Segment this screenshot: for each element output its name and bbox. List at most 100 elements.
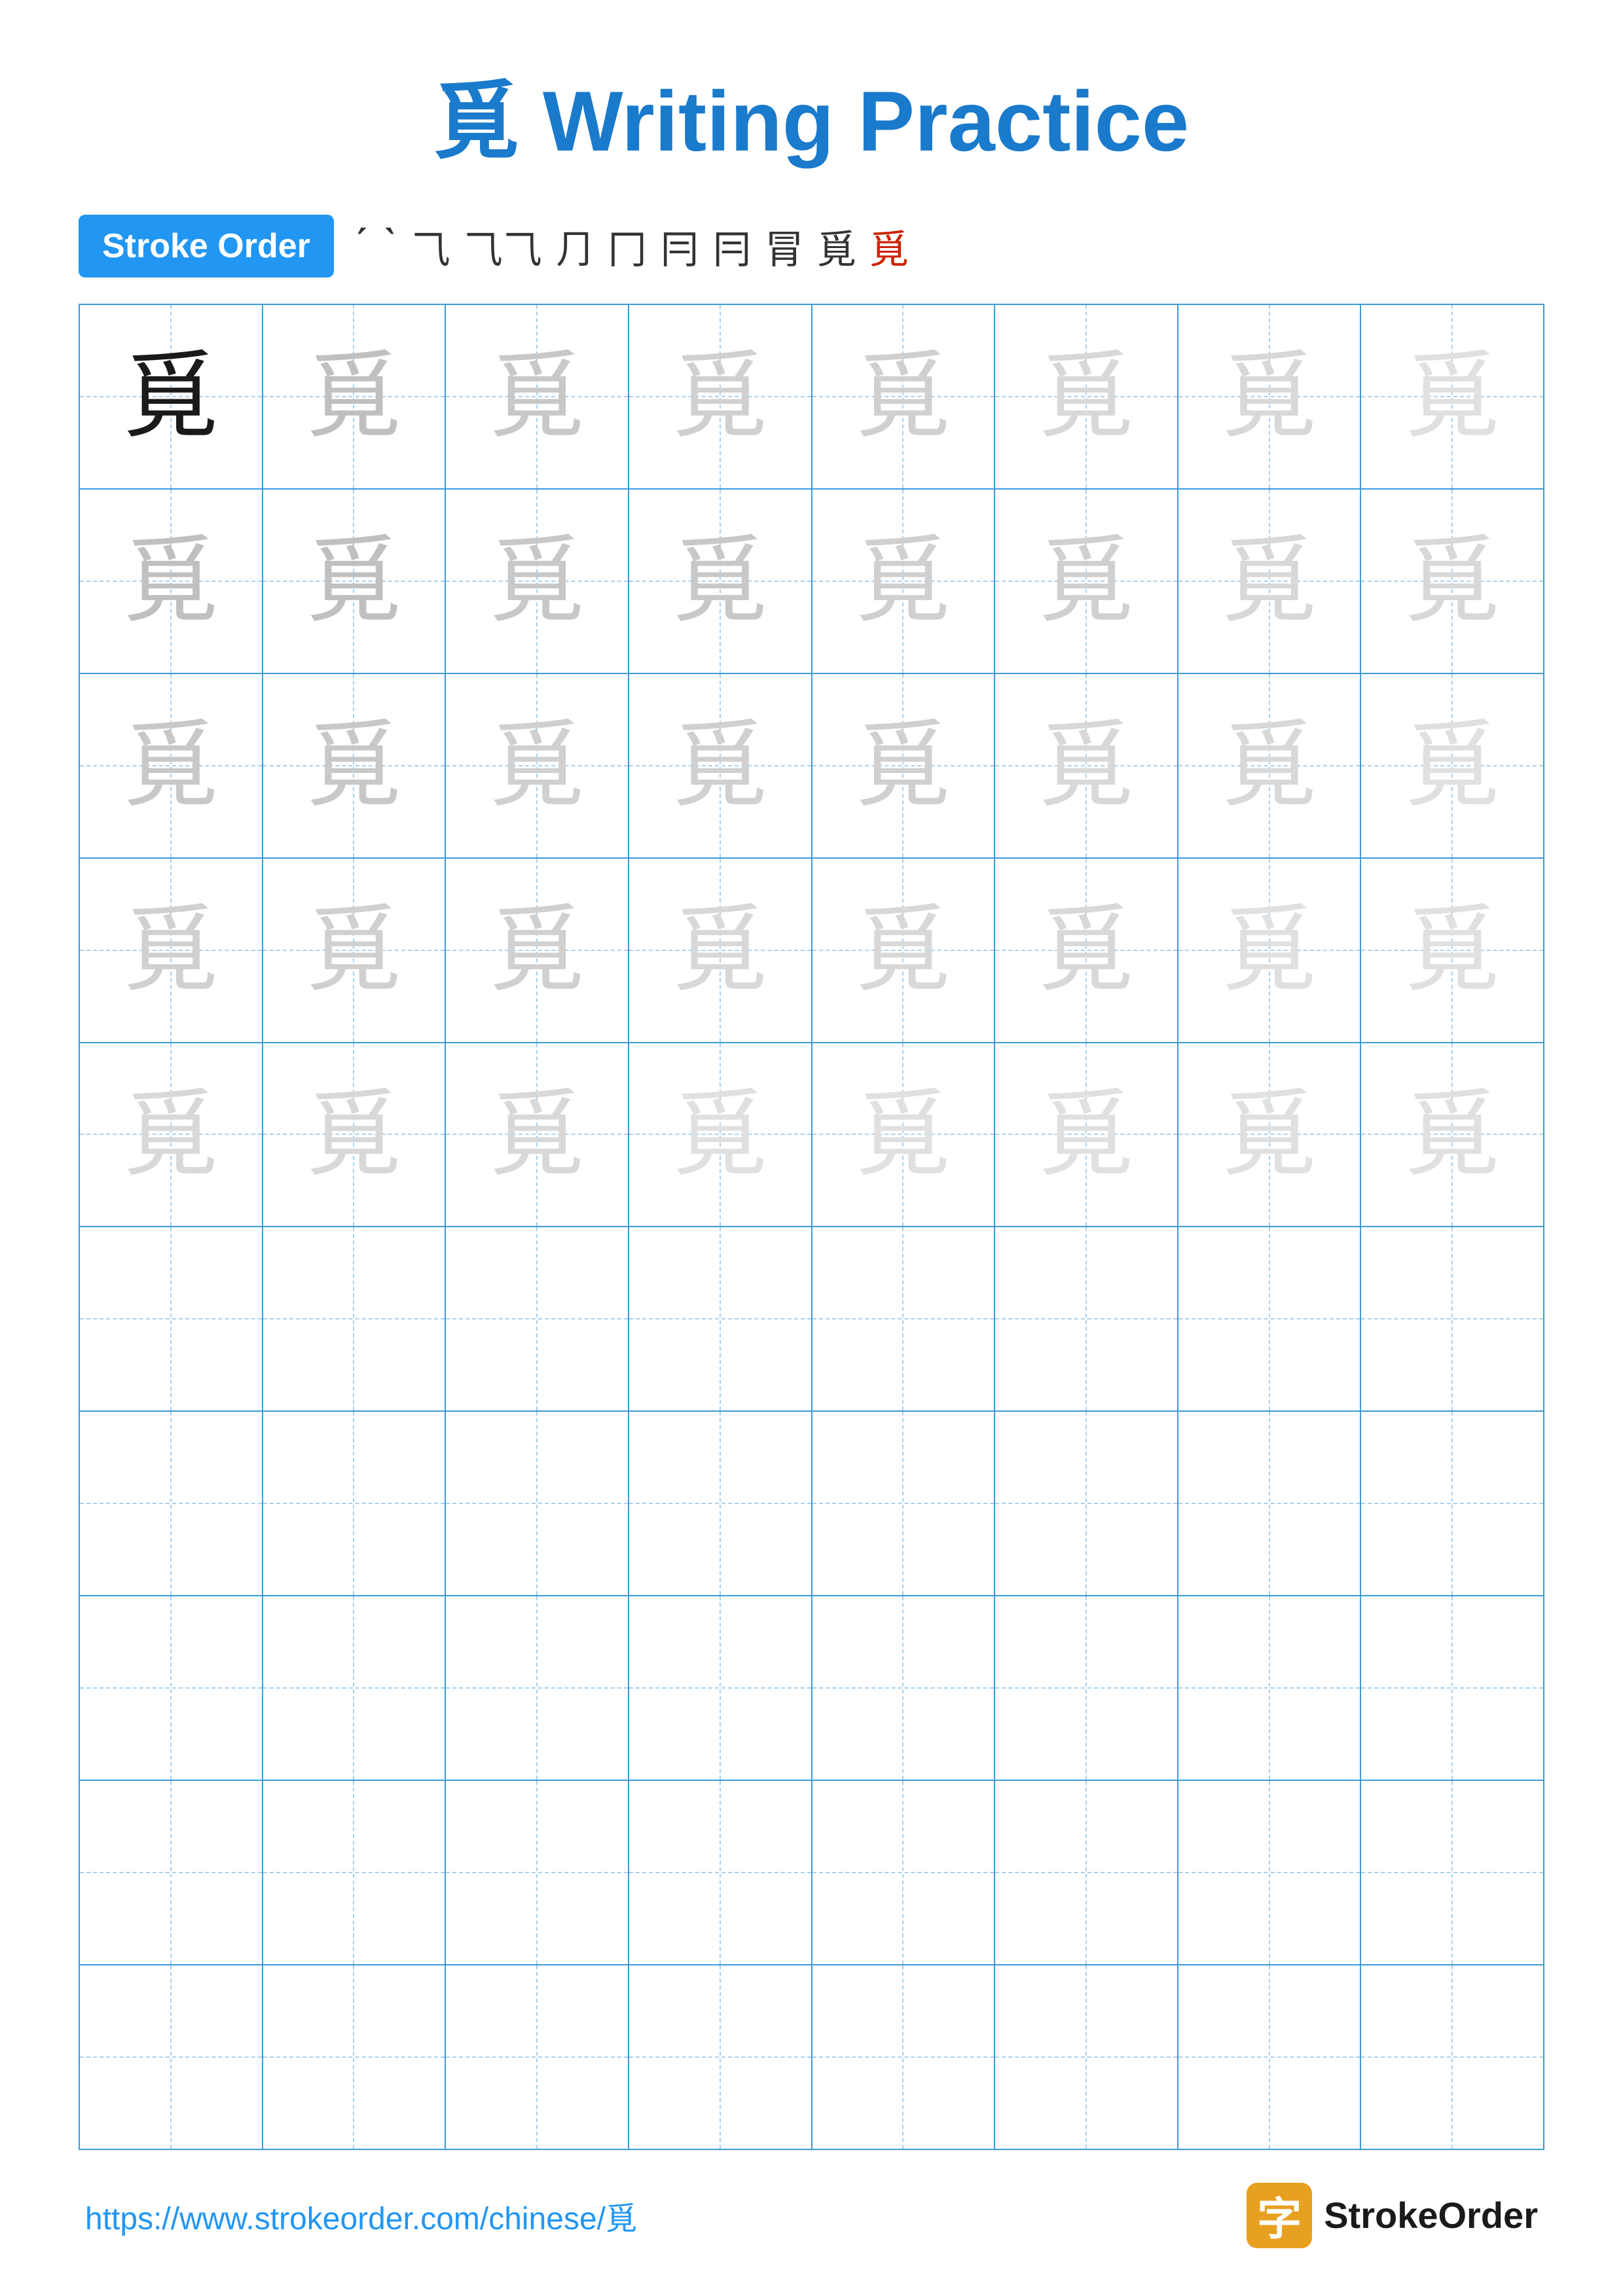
grid-cell-2-6[interactable]: 覓	[995, 490, 1178, 673]
grid-cell-2-4[interactable]: 覓	[629, 490, 812, 673]
grid-cell-10-4[interactable]	[629, 1965, 812, 2149]
grid-cell-9-1[interactable]	[80, 1781, 263, 1964]
grid-cell-4-4[interactable]: 覓	[629, 859, 812, 1042]
grid-cell-2-5[interactable]: 覓	[812, 490, 996, 673]
grid-cell-3-2[interactable]: 覓	[263, 674, 447, 857]
grid-cell-4-3[interactable]: 覓	[446, 859, 629, 1042]
practice-char: 覓	[1405, 1087, 1500, 1182]
grid-cell-9-5[interactable]	[812, 1781, 996, 1964]
practice-char: 覓	[672, 718, 767, 813]
grid-cell-5-5[interactable]: 覓	[812, 1043, 996, 1227]
grid-cell-5-2[interactable]: 覓	[263, 1043, 447, 1227]
grid-cell-10-6[interactable]	[995, 1965, 1178, 2149]
grid-cell-9-2[interactable]	[263, 1781, 447, 1964]
grid-cell-6-6[interactable]	[995, 1227, 1178, 1410]
grid-cell-7-3[interactable]	[446, 1412, 629, 1595]
grid-cell-7-4[interactable]	[629, 1412, 812, 1595]
grid-cell-6-3[interactable]	[446, 1227, 629, 1410]
grid-cell-4-2[interactable]: 覓	[263, 859, 447, 1042]
grid-cell-10-8[interactable]	[1361, 1965, 1543, 2149]
footer-logo-text: StrokeOrder	[1324, 2194, 1538, 2236]
stroke-3: ⺄	[411, 218, 450, 275]
grid-cell-9-8[interactable]	[1361, 1781, 1543, 1964]
grid-row-6	[80, 1227, 1543, 1412]
grid-cell-6-7[interactable]	[1178, 1227, 1362, 1410]
grid-cell-9-7[interactable]	[1178, 1781, 1362, 1964]
grid-cell-2-8[interactable]: 覓	[1361, 490, 1543, 673]
practice-char: 覓	[306, 533, 401, 628]
grid-cell-1-1[interactable]: 覓	[80, 305, 263, 488]
grid-cell-10-5[interactable]	[812, 1965, 996, 2149]
grid-cell-2-7[interactable]: 覓	[1178, 490, 1362, 673]
grid-cell-9-3[interactable]	[446, 1781, 629, 1964]
stroke-6: 冂	[608, 218, 647, 275]
grid-cell-3-3[interactable]: 覓	[446, 674, 629, 857]
title-text: Writing Practice	[519, 73, 1189, 169]
grid-cell-6-5[interactable]	[812, 1227, 996, 1410]
grid-cell-10-2[interactable]	[263, 1965, 447, 2149]
grid-cell-4-1[interactable]: 覓	[80, 859, 263, 1042]
grid-cell-10-1[interactable]	[80, 1965, 263, 2149]
grid-cell-2-3[interactable]: 覓	[446, 490, 629, 673]
practice-char: 覓	[856, 1087, 951, 1182]
grid-cell-8-7[interactable]	[1178, 1596, 1362, 1780]
grid-cell-1-7[interactable]: 覓	[1178, 305, 1362, 488]
grid-cell-8-4[interactable]	[629, 1596, 812, 1780]
grid-cell-6-1[interactable]	[80, 1227, 263, 1410]
grid-cell-6-8[interactable]	[1361, 1227, 1543, 1410]
practice-char: 覓	[490, 718, 585, 813]
grid-cell-6-2[interactable]	[263, 1227, 447, 1410]
grid-cell-4-8[interactable]: 覓	[1361, 859, 1543, 1042]
grid-cell-5-1[interactable]: 覓	[80, 1043, 263, 1227]
grid-cell-8-1[interactable]	[80, 1596, 263, 1780]
grid-cell-8-8[interactable]	[1361, 1596, 1543, 1780]
practice-char: 覓	[123, 533, 218, 628]
grid-cell-5-7[interactable]: 覓	[1178, 1043, 1362, 1227]
grid-cell-4-5[interactable]: 覓	[812, 859, 996, 1042]
grid-cell-1-8[interactable]: 覓	[1361, 305, 1543, 488]
grid-cell-7-1[interactable]	[80, 1412, 263, 1595]
grid-cell-9-6[interactable]	[995, 1781, 1178, 1964]
grid-cell-5-4[interactable]: 覓	[629, 1043, 812, 1227]
stroke-order-chars: ˊ ˋ ⺄ ⺄⺄ ⺆ 冂 冃 冃 冐 覓 覓	[354, 218, 909, 275]
practice-char: 覓	[306, 903, 401, 997]
grid-cell-6-4[interactable]	[629, 1227, 812, 1410]
grid-cell-1-4[interactable]: 覓	[629, 305, 812, 488]
grid-cell-3-1[interactable]: 覓	[80, 674, 263, 857]
grid-cell-7-7[interactable]	[1178, 1412, 1362, 1595]
grid-cell-7-5[interactable]	[812, 1412, 996, 1595]
practice-char: 覓	[1038, 349, 1133, 444]
grid-cell-1-5[interactable]: 覓	[812, 305, 996, 488]
grid-cell-3-7[interactable]: 覓	[1178, 674, 1362, 857]
grid-cell-3-4[interactable]: 覓	[629, 674, 812, 857]
grid-cell-2-2[interactable]: 覓	[263, 490, 447, 673]
grid-cell-1-2[interactable]: 覓	[263, 305, 447, 488]
grid-cell-1-6[interactable]: 覓	[995, 305, 1178, 488]
grid-cell-1-3[interactable]: 覓	[446, 305, 629, 488]
grid-cell-4-7[interactable]: 覓	[1178, 859, 1362, 1042]
grid-cell-3-5[interactable]: 覓	[812, 674, 996, 857]
grid-cell-7-2[interactable]	[263, 1412, 447, 1595]
grid-cell-10-3[interactable]	[446, 1965, 629, 2149]
grid-cell-7-8[interactable]	[1361, 1412, 1543, 1595]
grid-cell-5-3[interactable]: 覓	[446, 1043, 629, 1227]
practice-char: 覓	[490, 1087, 585, 1182]
practice-char: 覓	[123, 1087, 218, 1182]
grid-cell-9-4[interactable]	[629, 1781, 812, 1964]
grid-cell-4-6[interactable]: 覓	[995, 859, 1178, 1042]
grid-cell-7-6[interactable]	[995, 1412, 1178, 1595]
grid-cell-3-8[interactable]: 覓	[1361, 674, 1543, 857]
footer: https://www.strokeorder.com/chinese/覓 字 …	[79, 2183, 1544, 2248]
grid-cell-8-6[interactable]	[995, 1596, 1178, 1780]
grid-cell-5-8[interactable]: 覓	[1361, 1043, 1543, 1227]
grid-cell-8-2[interactable]	[263, 1596, 447, 1780]
grid-cell-8-3[interactable]	[446, 1596, 629, 1780]
grid-cell-10-7[interactable]	[1178, 1965, 1362, 2149]
practice-char: 覓	[123, 903, 218, 997]
grid-cell-2-1[interactable]: 覓	[80, 490, 263, 673]
practice-char: 覓	[306, 349, 401, 444]
grid-cell-8-5[interactable]	[812, 1596, 996, 1780]
grid-cell-3-6[interactable]: 覓	[995, 674, 1178, 857]
grid-cell-5-6[interactable]: 覓	[995, 1043, 1178, 1227]
practice-char: 覓	[1222, 533, 1317, 628]
